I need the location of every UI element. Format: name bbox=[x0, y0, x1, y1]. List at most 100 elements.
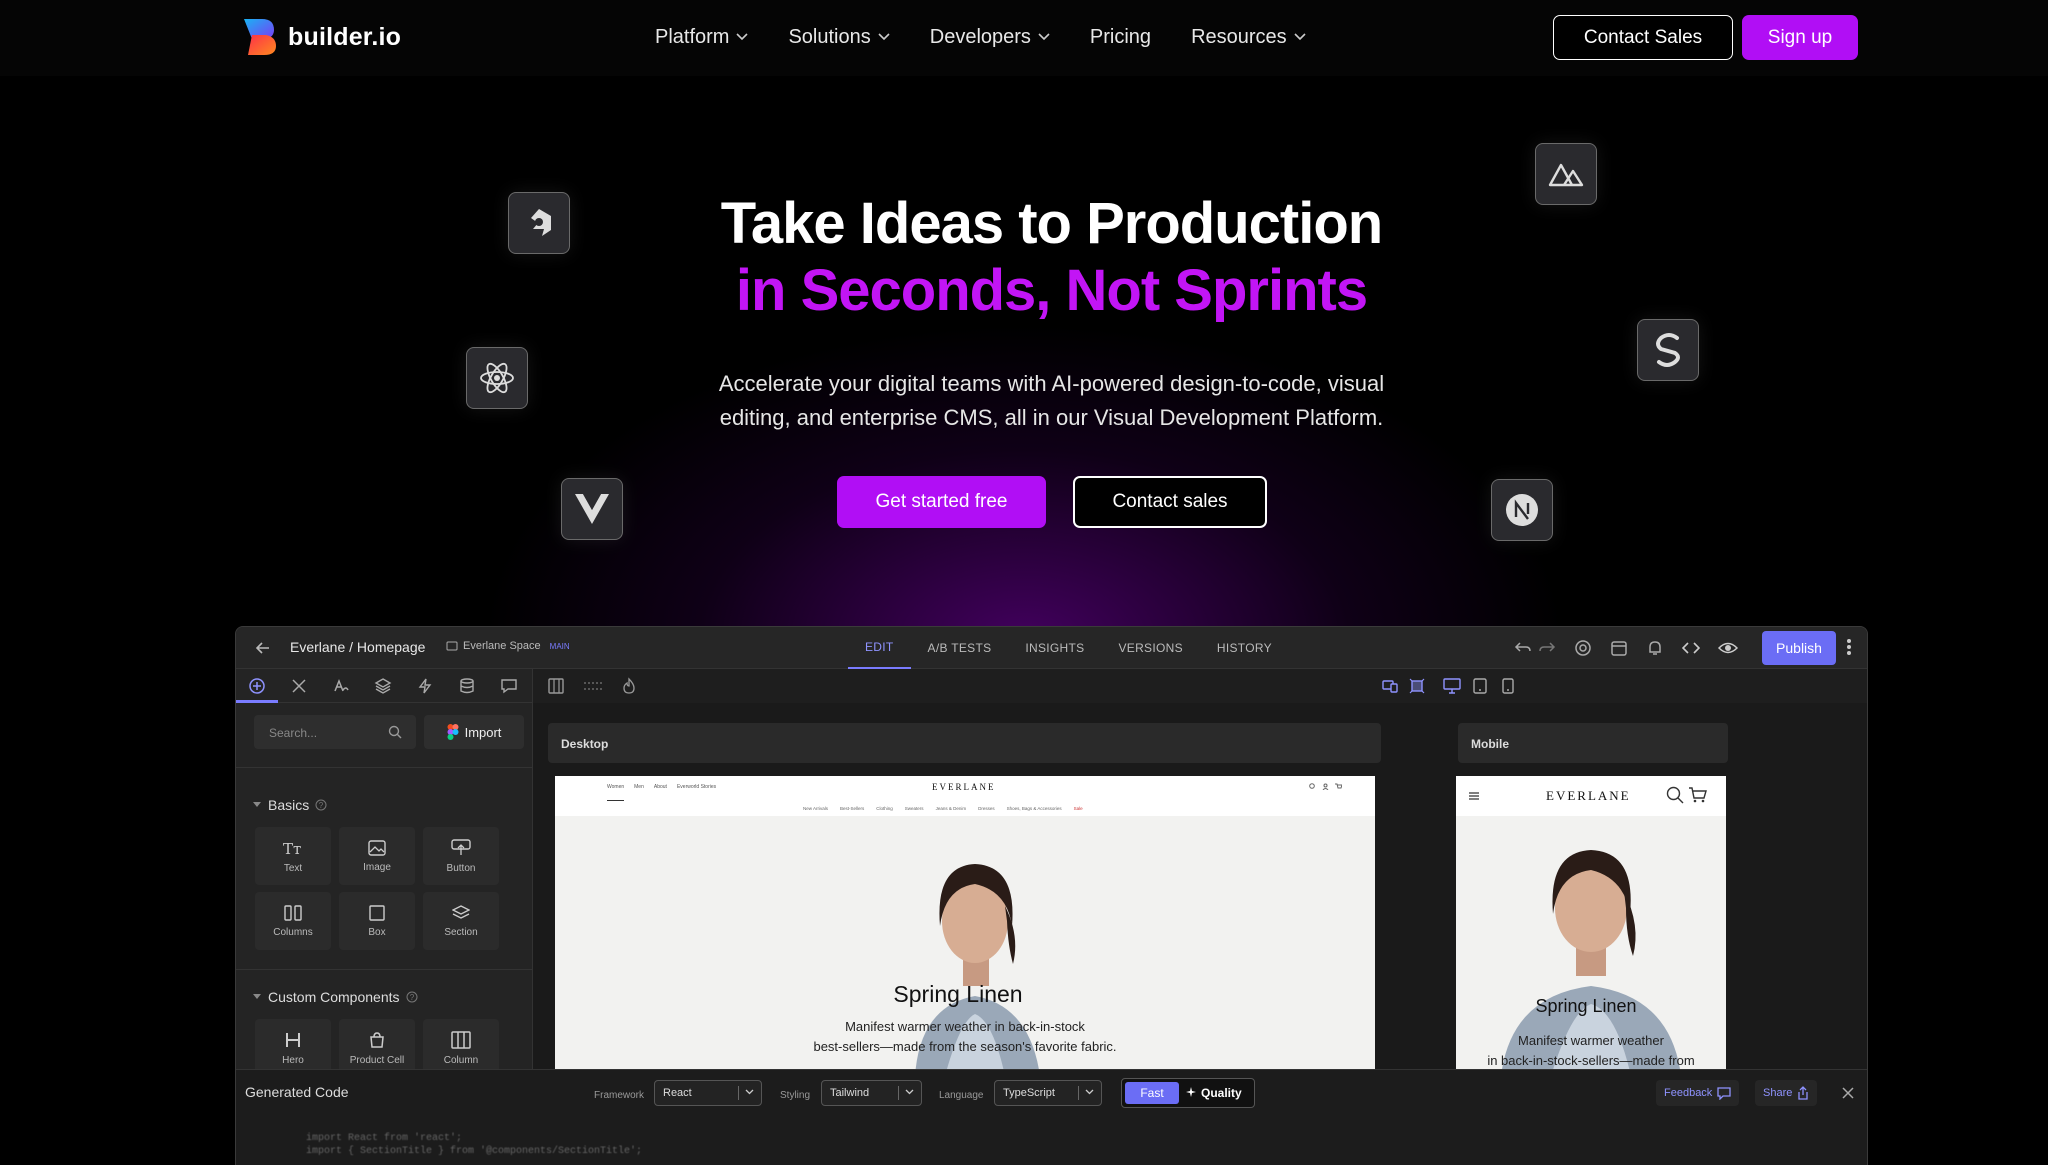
flame-icon[interactable] bbox=[621, 677, 637, 695]
desktop-preview[interactable]: Women Men About Everworld Stories EVERLA… bbox=[555, 776, 1375, 1069]
target-icon[interactable] bbox=[1574, 639, 1592, 657]
custom-components-header[interactable]: Custom Components ? bbox=[252, 989, 418, 1005]
tab-versions[interactable]: VERSIONS bbox=[1101, 627, 1199, 669]
columns-icon bbox=[284, 904, 302, 921]
help-icon: ? bbox=[315, 799, 327, 811]
styling-select[interactable]: Tailwind bbox=[821, 1080, 922, 1106]
block-section[interactable]: Section bbox=[423, 892, 499, 950]
desktop-frame-header[interactable]: Desktop bbox=[548, 723, 1381, 763]
quality-option[interactable]: Quality bbox=[1186, 1082, 1242, 1104]
editor-window: Everlane / Homepage Everlane Space MAIN … bbox=[235, 626, 1868, 1165]
mobile-icon[interactable] bbox=[1502, 678, 1514, 694]
contact-sales-hero-button[interactable]: Contact sales bbox=[1073, 476, 1267, 528]
mobile-frame-header[interactable]: Mobile bbox=[1458, 723, 1728, 763]
space-name: Everlane Space bbox=[463, 640, 541, 652]
code-icon[interactable] bbox=[1682, 639, 1700, 657]
logo-text: builder.io bbox=[288, 22, 402, 51]
desktop-icon[interactable] bbox=[1443, 678, 1461, 694]
calendar-icon[interactable] bbox=[1610, 639, 1628, 657]
category-link: New Arrivals bbox=[803, 806, 829, 811]
search-icon bbox=[1666, 786, 1684, 804]
block-box[interactable]: Box bbox=[339, 892, 415, 950]
responsive-icon[interactable] bbox=[1382, 678, 1398, 694]
menu-solutions[interactable]: Solutions bbox=[788, 22, 890, 52]
mobile-site-headline: Spring Linen bbox=[1535, 996, 1637, 1016]
site-nav: Women Men About Everworld Stories EVERLA… bbox=[555, 776, 1375, 816]
database-icon[interactable] bbox=[458, 677, 476, 695]
close-icon[interactable] bbox=[1841, 1086, 1855, 1100]
editor-breadcrumb[interactable]: Everlane / Homepage bbox=[290, 639, 425, 655]
tools-icon[interactable] bbox=[290, 677, 308, 695]
block-label: Column bbox=[443, 1054, 479, 1066]
feedback-button[interactable]: Feedback bbox=[1656, 1080, 1740, 1106]
tab-insights[interactable]: INSIGHTS bbox=[1008, 627, 1101, 669]
block-button[interactable]: Button bbox=[423, 827, 499, 885]
caret-down-icon bbox=[253, 994, 261, 999]
block-label: Button bbox=[446, 862, 476, 874]
site-copy: Manifest warmer weather in back-in-stock… bbox=[555, 1017, 1375, 1057]
canvas-toolbar bbox=[533, 669, 1867, 703]
comment-icon[interactable] bbox=[500, 677, 518, 695]
add-icon[interactable] bbox=[248, 677, 266, 695]
style-icon[interactable] bbox=[332, 677, 350, 695]
publish-button[interactable]: Publish bbox=[1762, 631, 1836, 665]
chevron-down-icon bbox=[1294, 33, 1306, 41]
framework-select[interactable]: React bbox=[654, 1080, 762, 1106]
generated-code-panel: Generated Code Framework React Styling T… bbox=[236, 1069, 1867, 1165]
split-view-icon[interactable] bbox=[547, 677, 565, 695]
undo-icon[interactable] bbox=[1514, 639, 1532, 657]
language-select[interactable]: TypeScript bbox=[994, 1080, 1102, 1106]
bell-icon[interactable] bbox=[1646, 639, 1664, 657]
mobile-preview[interactable]: EVERLANE Spring Linen Manifest warmer we… bbox=[1456, 776, 1726, 1069]
heading-icon bbox=[286, 1032, 300, 1047]
active-tab-indicator bbox=[236, 700, 278, 703]
custom-title: Custom Components bbox=[268, 989, 400, 1005]
tab-history[interactable]: HISTORY bbox=[1200, 627, 1289, 669]
menu-pricing[interactable]: Pricing bbox=[1090, 22, 1151, 52]
menu-platform[interactable]: Platform bbox=[655, 22, 749, 52]
contact-sales-button[interactable]: Contact Sales bbox=[1553, 15, 1733, 60]
fast-option[interactable]: Fast bbox=[1125, 1082, 1179, 1104]
import-button[interactable]: Import bbox=[424, 715, 524, 749]
site-link: Everworld Stories bbox=[676, 784, 717, 790]
eye-icon[interactable] bbox=[1718, 639, 1738, 657]
share-button[interactable]: Share bbox=[1755, 1080, 1818, 1106]
block-image[interactable]: Image bbox=[339, 827, 415, 885]
hero-subtitle: Accelerate your digital teams with AI-po… bbox=[650, 367, 1453, 435]
search-icon bbox=[1309, 783, 1315, 789]
basics-section-header[interactable]: Basics ? bbox=[252, 797, 327, 813]
bolt-icon[interactable] bbox=[416, 677, 434, 695]
block-columns[interactable]: Columns bbox=[255, 892, 331, 950]
back-arrow-icon[interactable] bbox=[254, 639, 272, 657]
space-icon bbox=[446, 641, 458, 651]
chevron-down-icon bbox=[878, 33, 890, 41]
site-link: Men bbox=[634, 784, 644, 790]
layers-icon[interactable] bbox=[374, 677, 392, 695]
ruler-icon[interactable] bbox=[583, 677, 603, 695]
search-input[interactable]: Search... bbox=[254, 715, 416, 749]
menu-developers[interactable]: Developers bbox=[930, 22, 1050, 52]
logo[interactable]: builder.io bbox=[242, 17, 401, 57]
user-icon bbox=[1322, 783, 1329, 790]
sign-up-button[interactable]: Sign up bbox=[1742, 15, 1858, 60]
select-icon[interactable] bbox=[1409, 678, 1425, 694]
image-icon bbox=[368, 839, 386, 856]
space-selector[interactable]: Everlane Space MAIN bbox=[446, 640, 570, 652]
block-text[interactable]: Tт Text bbox=[255, 827, 331, 885]
block-label: Box bbox=[368, 926, 386, 938]
chevron-down-icon bbox=[1085, 1089, 1094, 1095]
get-started-button[interactable]: Get started free bbox=[837, 476, 1046, 528]
more-icon[interactable] bbox=[1846, 637, 1852, 657]
menu-resources[interactable]: Resources bbox=[1191, 22, 1306, 52]
redo-icon[interactable] bbox=[1538, 639, 1556, 657]
chevron-down-icon bbox=[745, 1089, 754, 1095]
site-link: About bbox=[653, 784, 667, 790]
editor-toolbar-right bbox=[1514, 639, 1738, 657]
tab-ab-tests[interactable]: A/B TESTS bbox=[911, 627, 1009, 669]
hero-title-line2: in Seconds, Not Sprints bbox=[735, 258, 1368, 323]
tab-edit[interactable]: EDIT bbox=[848, 627, 911, 669]
tablet-icon[interactable] bbox=[1473, 678, 1487, 694]
site-headline: Spring Linen bbox=[893, 981, 1023, 1007]
framework-value: React bbox=[663, 1087, 692, 1099]
styling-value: Tailwind bbox=[830, 1087, 870, 1099]
